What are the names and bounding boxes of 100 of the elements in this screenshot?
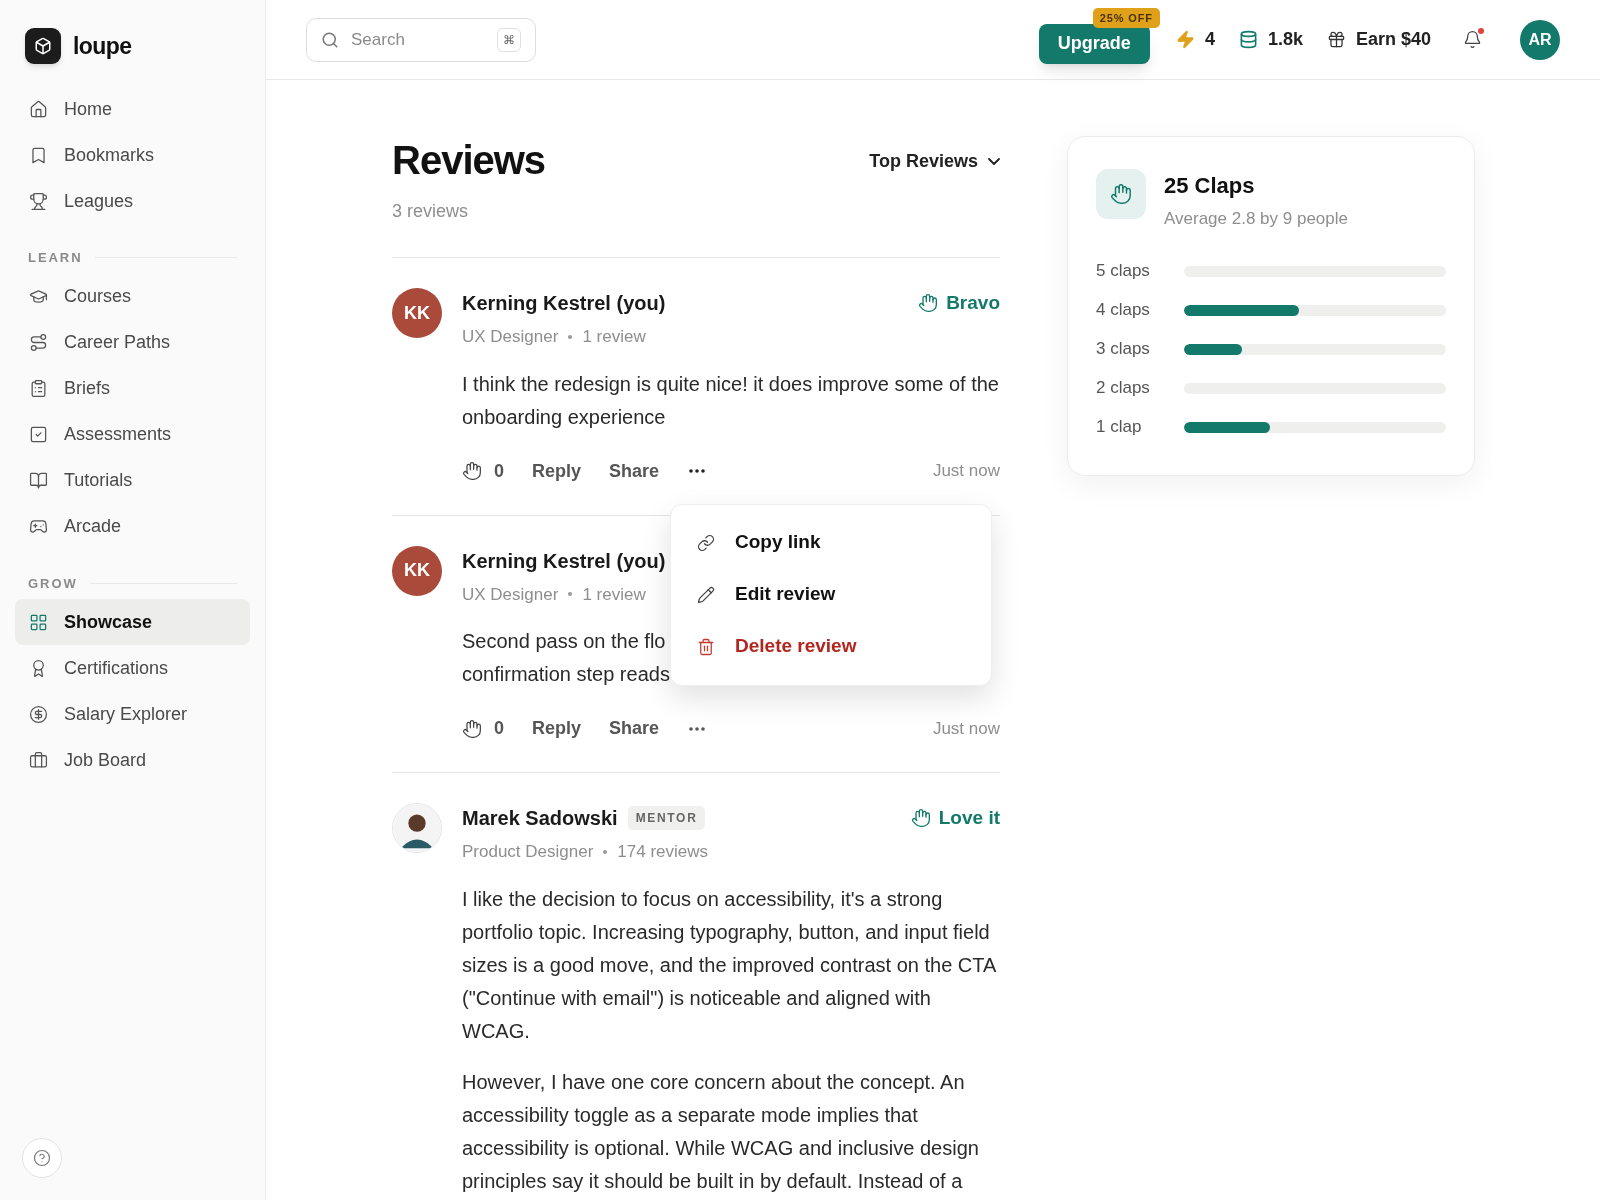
claps-total: 25 Claps (1164, 172, 1256, 200)
ellipsis-icon (689, 469, 706, 473)
share-button[interactable]: Share (609, 457, 660, 485)
user-avatar[interactable]: AR (1520, 19, 1560, 60)
shortcut-key: ⌘ (497, 27, 521, 52)
clap-icon (910, 808, 931, 828)
review-count: 174 reviews (617, 841, 709, 863)
avatar-icon (392, 803, 442, 853)
reply-button[interactable]: Reply (532, 457, 582, 485)
notifications-button[interactable] (1463, 30, 1482, 49)
gamepad-icon (29, 517, 48, 536)
sidebar-item[interactable]: Leagues (15, 178, 250, 224)
help-button[interactable] (22, 1138, 62, 1178)
claps-average: Average 2.8 by 9 people (1164, 208, 1348, 230)
discount-badge: 25% OFF (1092, 7, 1160, 28)
author-avatar: KK (392, 545, 442, 596)
sidebar-item[interactable]: Career Paths (15, 319, 250, 366)
coins-count: 1.8k (1267, 28, 1303, 51)
section-heading: GROW (28, 574, 78, 593)
review-time: Just now (932, 717, 1000, 740)
role-badge: MENTOR (627, 806, 706, 830)
sidebar-item[interactable]: Courses (15, 273, 250, 320)
search-icon (321, 30, 339, 49)
author-role: Product Designer (462, 841, 594, 863)
sidebar-item[interactable]: Assessments (15, 411, 250, 458)
share-button[interactable]: Share (609, 715, 660, 742)
menu-item[interactable]: Copy link (685, 516, 977, 569)
checklist-icon (29, 425, 48, 444)
route-icon (29, 333, 48, 352)
review-text: confirmation step reads (462, 662, 670, 687)
review-text: I like the decision to focus on accessibility, it's a strong portfolio topic. Increasing typography, button, and input field sizes is a good move, and the improved contrast on the CTA ("Continue with email") is noticeable and aligned with WCAG. (462, 886, 997, 1044)
author-name: Kerning Kestrel (you) (462, 548, 666, 574)
clap-icon (918, 293, 939, 313)
brand-name: loupe (73, 31, 132, 61)
clap-button[interactable]: 0 (462, 715, 504, 742)
review-total: 3 reviews (392, 200, 470, 223)
sidebar-item[interactable]: Certifications (15, 645, 250, 691)
search-field[interactable]: Search ⌘ (306, 17, 536, 62)
sidebar-item[interactable]: Briefs (15, 365, 250, 412)
trophy-icon (29, 191, 48, 211)
grid-icon (29, 612, 48, 632)
briefcase-icon (29, 750, 48, 770)
dollar-icon (29, 704, 48, 724)
menu-item[interactable]: Delete review (685, 620, 977, 673)
help-icon (33, 1149, 51, 1167)
graduation-cap-icon (29, 287, 48, 306)
author-name: Kerning Kestrel (you) (462, 291, 666, 316)
earn-link[interactable]: Earn $40 (1326, 26, 1431, 53)
sort-dropdown[interactable]: Top Reviews (869, 148, 1000, 175)
sidebar-item[interactable]: Tutorials (15, 457, 250, 504)
sidebar-item[interactable]: Home (15, 86, 250, 132)
section-heading: LEARN (28, 249, 83, 267)
clap-icon (1096, 169, 1146, 219)
logo-icon (25, 28, 61, 64)
more-button[interactable] (687, 726, 708, 731)
home-icon (29, 99, 48, 119)
bell-icon (1463, 30, 1482, 49)
gift-icon (1326, 30, 1346, 49)
author-avatar: KK (392, 288, 442, 338)
book-icon (29, 471, 48, 490)
sidebar-item[interactable]: Arcade (15, 503, 250, 550)
sidebar-item[interactable]: Bookmarks (15, 132, 250, 178)
review-text: I think the redesign is quite nice! it does improve some of the onboarding experience (462, 371, 1000, 430)
review-count: 1 review (582, 326, 646, 348)
rating-label: 3 claps (1096, 338, 1151, 361)
clap-icon (462, 718, 482, 739)
review-time: Just now (932, 460, 1000, 483)
menu-item[interactable]: Edit review (685, 568, 977, 621)
link-icon (697, 533, 715, 552)
sidebar-item[interactable]: Salary Explorer (15, 691, 250, 737)
author-role: UX Designer (462, 326, 559, 348)
sidebar-item[interactable]: Job Board (15, 737, 250, 783)
more-button[interactable] (687, 469, 708, 473)
rating-label: 4 claps (1096, 299, 1151, 322)
sidebar-item[interactable]: Showcase (15, 599, 250, 645)
streak-count: 4 (1204, 28, 1215, 51)
review-text: Second pass on the flo (462, 629, 666, 654)
author-name: Marek Sadowski (462, 806, 618, 831)
lightning-icon (1175, 30, 1195, 49)
coins-icon (1238, 30, 1258, 49)
reply-button[interactable]: Reply (532, 715, 582, 742)
rating-label: 1 clap (1096, 416, 1143, 439)
reaction-label: Bravo (946, 290, 1000, 315)
chevron-down-icon (988, 158, 1000, 165)
upgrade-button[interactable]: Upgrade (1038, 23, 1150, 64)
page-title: Reviews (392, 137, 546, 184)
clap-icon (462, 461, 482, 481)
review-text: However, I have one core concern about the concept. An accessibility toggle as a separate mode implies that accessibility is optional. While WCAG and inclusive design principles say it should be built in by default. Instead of a (462, 1069, 980, 1194)
rating-label: 2 claps (1096, 377, 1151, 400)
review-count: 1 review (582, 583, 646, 606)
clipboard-icon (29, 379, 48, 398)
bookmark-icon (29, 145, 48, 165)
search-input[interactable]: Search (351, 26, 485, 53)
reaction-label: Love it (938, 805, 1000, 830)
clap-button[interactable]: 0 (462, 457, 504, 485)
pencil-icon (697, 585, 715, 604)
trash-icon (697, 637, 715, 656)
rating-label: 5 claps (1096, 260, 1151, 283)
author-role: UX Designer (462, 583, 559, 606)
ellipsis-icon (689, 726, 706, 731)
